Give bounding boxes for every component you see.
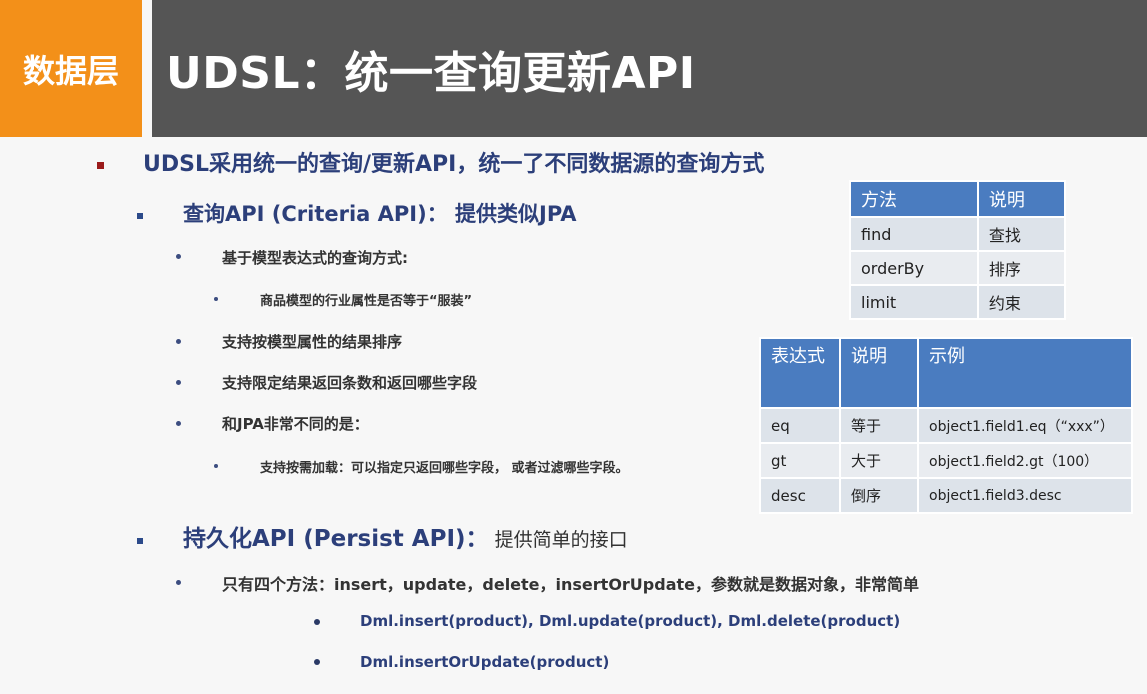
persist-api-heading-suffix: 提供简单的接口 — [488, 529, 628, 551]
table-row: orderBy 排序 — [849, 250, 1067, 286]
bullet-square-icon — [137, 213, 143, 219]
query-sub-item: 支持按需加载：可以指定只返回哪些字段， 或者过滤哪些字段。 — [260, 461, 629, 476]
bullet-dot-icon — [176, 580, 181, 585]
table-cell: 大于 — [839, 442, 919, 479]
expression-table: 表达式 说明 示例 eq 等于 object1.field1.eq（“xxx”）… — [759, 337, 1133, 514]
table-row: gt 大于 object1.field2.gt（100） — [759, 442, 1133, 479]
table-header: 示例 — [917, 337, 1133, 409]
section-tag: 数据层 — [0, 0, 142, 137]
intro-text: UDSL采用统一的查询/更新API，统一了不同数据源的查询方式 — [143, 152, 765, 177]
bullet-dot-icon — [176, 254, 181, 259]
table-cell: orderBy — [849, 250, 979, 286]
table-cell: 排序 — [976, 250, 1067, 286]
table-header: 说明 — [976, 180, 1067, 218]
table-cell: object1.field1.eq（“xxx”） — [917, 407, 1133, 444]
table-cell: object1.field3.desc — [917, 477, 1133, 514]
bullet-dot-icon — [176, 339, 181, 344]
table-cell: limit — [849, 284, 979, 320]
bullet-dot-icon — [176, 380, 181, 385]
query-item: 支持按模型属性的结果排序 — [222, 333, 403, 351]
table-cell: desc — [759, 477, 841, 514]
query-api-heading-suffix: 提供类似JPA — [447, 202, 577, 226]
query-api-heading: 查询API (Criteria API)： 提供类似JPA — [183, 198, 577, 228]
table-row: eq 等于 object1.field1.eq（“xxx”） — [759, 407, 1133, 444]
table-cell: 等于 — [839, 407, 919, 444]
table-cell: find — [849, 216, 979, 252]
method-table: 方法 说明 find 查找 orderBy 排序 limit 约束 — [849, 180, 1067, 320]
slide-title: UDSL：统一查询更新API — [166, 47, 696, 99]
persist-methods-text: 只有四个方法：insert，update，delete，insertOrUpda… — [222, 575, 920, 594]
table-cell: 约束 — [976, 284, 1067, 320]
table-header: 说明 — [839, 337, 919, 409]
persist-api-heading: 持久化API (Persist API)： 提供简单的接口 — [183, 519, 628, 553]
query-item: 和JPA非常不同的是： — [222, 415, 369, 433]
table-cell: gt — [759, 442, 841, 479]
persist-api-heading-label: 持久化API (Persist API)： — [183, 526, 489, 552]
table-row: find 查找 — [849, 216, 1067, 252]
title-bar: UDSL：统一查询更新API — [152, 0, 1147, 137]
persist-example: Dml.insertOrUpdate(product) — [360, 653, 610, 671]
bullet-square-icon — [137, 538, 143, 544]
bullet-square-icon — [97, 162, 104, 169]
table-header: 方法 — [849, 180, 979, 218]
bullet-dot-icon — [214, 464, 218, 468]
table-cell: object1.field2.gt（100） — [917, 442, 1133, 479]
table-row: desc 倒序 object1.field3.desc — [759, 477, 1133, 514]
query-sub-item: 商品模型的行业属性是否等于“服装” — [260, 294, 473, 309]
bullet-dot-icon — [214, 297, 218, 301]
bullet-dot-icon — [314, 619, 320, 625]
table-cell: 倒序 — [839, 477, 919, 514]
bullet-dot-icon — [314, 659, 320, 665]
query-api-heading-label: 查询API (Criteria API)： — [183, 202, 448, 226]
table-header: 表达式 — [759, 337, 841, 409]
table-row: limit 约束 — [849, 284, 1067, 320]
table-cell: 查找 — [976, 216, 1067, 252]
section-tag-label: 数据层 — [22, 51, 119, 90]
persist-example: Dml.insert(product), Dml.update(product)… — [360, 612, 901, 630]
query-item: 基于模型表达式的查询方式: — [222, 249, 408, 267]
bullet-dot-icon — [176, 421, 181, 426]
table-cell: eq — [759, 407, 841, 444]
query-item: 支持限定结果返回条数和返回哪些字段 — [222, 374, 478, 392]
